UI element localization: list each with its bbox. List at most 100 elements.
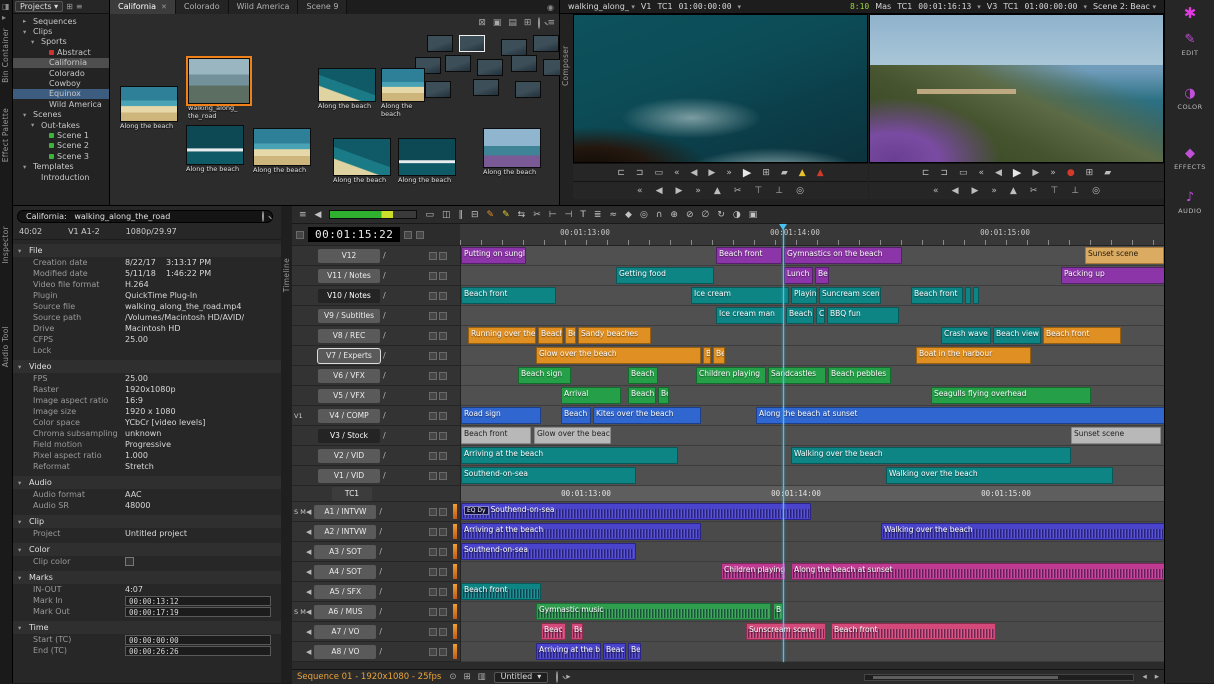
master-tc-menu-icon[interactable]: ▾ [977, 3, 981, 11]
timeline-clip[interactable]: Beach sign [518, 367, 571, 384]
monitor-button[interactable] [429, 452, 437, 460]
timeline-clip[interactable]: Sunset scene [1071, 427, 1161, 444]
tree-item-clips[interactable]: ▾Clips [13, 26, 109, 36]
mask-tool[interactable]: ⊘ [686, 210, 694, 220]
tree-item-colorado[interactable]: Colorado [13, 68, 109, 78]
bin-clip[interactable]: Along the beach [381, 68, 429, 118]
section-header-audio[interactable]: ▾Audio [13, 476, 281, 489]
source-clip-menu[interactable]: walking_along_ ▾ [568, 2, 635, 11]
timeline-clip[interactable]: Walking over the beach [791, 447, 1071, 464]
timeline-clip[interactable]: Getting food [616, 267, 714, 284]
quad-split-button[interactable]: ⊞ [762, 168, 770, 178]
record-arm-button[interactable] [439, 292, 447, 300]
timeline-clip[interactable]: Ice cream [691, 287, 789, 304]
section-header-time[interactable]: ▾Time [13, 621, 281, 634]
media-composer-logo[interactable]: ✱ [1165, 6, 1214, 21]
grid-button[interactable]: ⊞ [1086, 168, 1094, 178]
lock-button[interactable]: ⊠ [478, 18, 486, 28]
timeline-clip[interactable]: Beach [538, 327, 563, 344]
timeline-clip[interactable]: Suncream scene [819, 287, 881, 304]
step-back-1-button[interactable]: ◀ [952, 186, 959, 196]
render-button[interactable]: ↻ [717, 210, 725, 220]
record-monitor[interactable] [869, 14, 1164, 163]
track-tool-icon[interactable]: / [379, 527, 382, 536]
track-name[interactable]: V11 / Notes [318, 269, 380, 283]
expand-icon[interactable]: ▸ [2, 13, 6, 22]
video-quality-menu[interactable]: ▰ [1104, 168, 1111, 178]
cut-button[interactable]: ✂ [533, 210, 541, 220]
monitor-button[interactable] [429, 272, 437, 280]
monitor-button[interactable] [429, 628, 437, 636]
snap-tool[interactable]: ∩ [656, 210, 663, 220]
monitor-button[interactable] [429, 568, 437, 576]
track-header-a6[interactable]: S M◀A6 / MUS/ [292, 602, 460, 622]
speaker-icon[interactable]: ◀ [306, 508, 311, 516]
source-tc-menu-icon[interactable]: ▾ [738, 3, 742, 11]
timeline-clip[interactable]: Beach front [461, 427, 531, 444]
step-backward-button[interactable]: ◀ [690, 168, 697, 178]
monitor-button[interactable] [429, 392, 437, 400]
track-name[interactable]: V9 / Subtitles [318, 309, 380, 323]
timeline-clip[interactable] [973, 287, 979, 304]
track-tool-icon[interactable]: / [383, 411, 386, 420]
audio-waveform-toggle[interactable]: ≈ [609, 210, 617, 220]
timeline-clip[interactable]: Playing [791, 287, 817, 304]
track-tool-icon[interactable]: / [383, 331, 386, 340]
timeline-clip[interactable]: Sandy beaches [578, 327, 651, 344]
track-tool-icon[interactable]: / [383, 471, 386, 480]
timeline-clip[interactable]: Beach [628, 387, 656, 404]
track-name[interactable]: A8 / VO [314, 645, 376, 659]
film-frame[interactable] [543, 59, 560, 76]
twirl-icon[interactable]: ▾ [18, 363, 25, 371]
marker-pen-orange[interactable]: ✎ [487, 210, 495, 220]
timeline-clip[interactable]: Seagulls flying overhead [931, 387, 1091, 404]
speaker-icon[interactable]: ◀ [306, 628, 311, 636]
twirl-icon[interactable]: ▾ [23, 163, 30, 171]
add-edit-button[interactable]: ✂ [734, 186, 742, 196]
track-tool-icon[interactable]: / [379, 607, 382, 616]
track-tool-icon[interactable]: / [383, 311, 386, 320]
timeline-fast-menu[interactable]: ≡ [299, 210, 307, 220]
timeline-clip[interactable]: B [703, 347, 711, 364]
timeline-clip[interactable]: Beach front [461, 583, 541, 600]
audio-monitor-button[interactable]: ◀ [315, 210, 322, 220]
search-icon-wrap[interactable] [262, 212, 264, 221]
field-value[interactable]: 00:00:17:19 [125, 607, 271, 617]
track-name[interactable]: A7 / VO [314, 625, 376, 639]
speaker-icon[interactable]: ◀ [306, 588, 311, 596]
record-arm-button[interactable] [439, 312, 447, 320]
record-arm-button[interactable] [439, 608, 447, 616]
track-header-v8[interactable]: V8 / REC/ [292, 326, 460, 346]
track-header-a7[interactable]: ◀A7 / VO/ [292, 622, 460, 642]
go-next-edit-button[interactable]: » [1050, 168, 1056, 178]
video-quality-menu[interactable]: ▰ [781, 168, 788, 178]
tree-item-scenes[interactable]: ▾Scenes [13, 110, 109, 120]
timeline-clip[interactable]: Be [571, 623, 583, 640]
record-clip-menu[interactable]: Scene 2: Beac ▾ [1093, 2, 1156, 11]
toggle-button-1[interactable] [404, 231, 412, 239]
timeline-clip[interactable]: Sunset scene [1085, 247, 1164, 264]
tree-item-california[interactable]: California [13, 58, 109, 68]
twirl-icon[interactable]: ▾ [18, 546, 25, 554]
timeline-clip[interactable]: Arriving at the beach [461, 523, 701, 540]
track-name[interactable]: V4 / COMP [318, 409, 380, 423]
section-header-marks[interactable]: ▾Marks [13, 571, 281, 584]
timeline-clip[interactable]: Along the beach at sunset [791, 563, 1164, 580]
track-header-a1[interactable]: S M◀A1 / INTVW/ [292, 502, 460, 522]
track-tool-icon[interactable]: / [379, 647, 382, 656]
workspace-color[interactable]: ◑COLOR [1165, 86, 1214, 111]
timeline-clip[interactable]: Glow over the beach [534, 427, 611, 444]
step-forward-button[interactable]: ▶ [1032, 168, 1039, 178]
record-button[interactable]: ● [1067, 168, 1075, 178]
go-previous-edit-button[interactable]: « [674, 168, 680, 178]
trim-right-button[interactable]: ⊣ [565, 210, 573, 220]
bin-clip[interactable]: Along the beach [333, 138, 395, 185]
track-header-v3[interactable]: V3 / Stock/ [292, 426, 460, 446]
speaker-icon[interactable]: ◀ [306, 608, 311, 616]
monitor-button[interactable] [429, 352, 437, 360]
track-header-v4[interactable]: V1V4 / COMP/ [292, 406, 460, 426]
project-menu-icon[interactable]: ≡ [76, 2, 83, 11]
track-name[interactable]: V3 / Stock [318, 429, 380, 443]
timeline-clip[interactable]: Beach [561, 407, 591, 424]
timeline-clip[interactable]: Be [565, 327, 576, 344]
